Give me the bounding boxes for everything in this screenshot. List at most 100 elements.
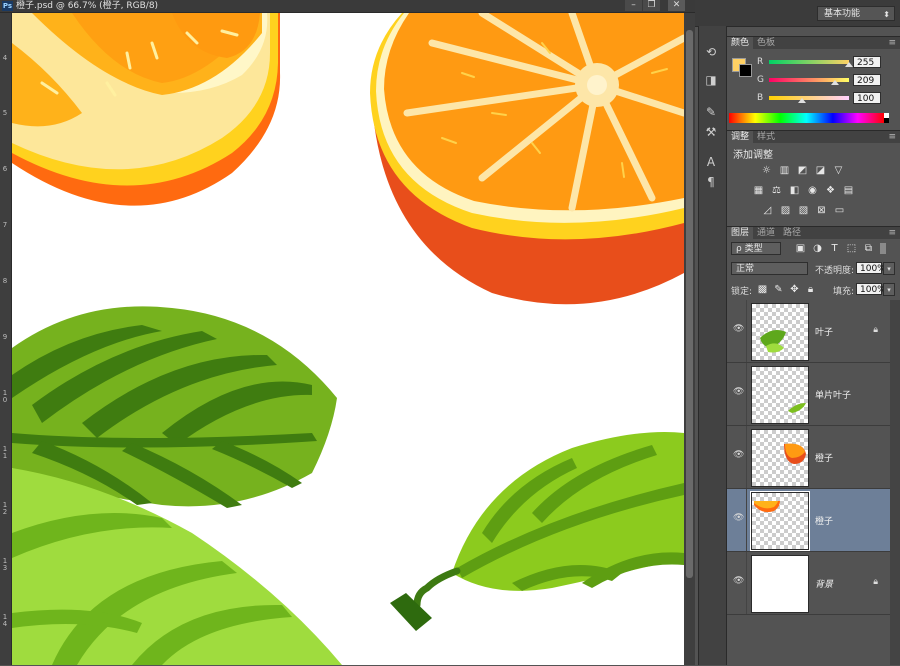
layer-row-selected[interactable]: 👁︎ 橙子: [727, 489, 890, 552]
tab-adjustments[interactable]: 调整: [727, 131, 754, 143]
posterize-icon[interactable]: ▨: [779, 205, 792, 216]
vertical-ruler[interactable]: 4 5 6 7 8 9 1 0 1 1 1 2 1 3 1 4: [0, 13, 12, 665]
black-white-icon[interactable]: ◧: [788, 185, 801, 196]
curves-icon[interactable]: ◩: [796, 165, 809, 176]
fill-input[interactable]: 100%: [856, 283, 886, 295]
layer-name[interactable]: 橙子: [815, 514, 833, 527]
r-value-input[interactable]: 255: [853, 56, 881, 68]
fill-dropdown-button[interactable]: ▾: [883, 283, 895, 296]
layer-row[interactable]: 👁︎ 单片叶子: [727, 363, 890, 426]
layer-row[interactable]: 👁︎ 背景 🔒︎: [727, 552, 890, 615]
r-slider[interactable]: [769, 60, 849, 64]
lock-all-icon[interactable]: 🔒︎: [804, 284, 817, 295]
channel-mixer-icon[interactable]: ❖: [824, 185, 837, 196]
orange-thumbnail: [784, 443, 806, 464]
b-value-input[interactable]: 100: [853, 92, 881, 104]
eye-icon[interactable]: 👁︎: [733, 513, 744, 523]
levels-icon[interactable]: ▥: [778, 165, 791, 176]
brush-icon[interactable]: ✎: [702, 104, 720, 120]
layer-name[interactable]: 叶子: [815, 325, 833, 338]
layer-row[interactable]: 👁︎ 橙子: [727, 426, 890, 489]
filter-type-icon[interactable]: T: [828, 243, 841, 254]
invert-icon[interactable]: ◿: [761, 205, 774, 216]
close-button[interactable]: ✕: [668, 0, 685, 11]
b-slider[interactable]: [769, 96, 849, 100]
tab-styles[interactable]: 样式: [753, 131, 779, 143]
blend-mode-dropdown[interactable]: 正常: [731, 262, 808, 275]
tab-paths[interactable]: 路径: [779, 227, 805, 239]
layer-filter-dropdown[interactable]: ρ 类型: [731, 242, 781, 255]
selective-color-icon[interactable]: ⊠: [815, 205, 828, 216]
r-slider-thumb[interactable]: [845, 62, 853, 67]
visibility-toggle[interactable]: 👁︎: [727, 489, 747, 551]
eye-icon[interactable]: 👁︎: [733, 576, 744, 586]
history-icon[interactable]: ⟲: [702, 44, 720, 60]
paragraph-icon[interactable]: ¶: [702, 174, 720, 190]
panel-menu-icon[interactable]: ≡: [888, 131, 896, 143]
ruler-label: 1 3: [2, 557, 8, 572]
color-balance-icon[interactable]: ⚖: [770, 185, 783, 196]
filter-shape-icon[interactable]: ⬚: [845, 243, 858, 254]
filter-toggle[interactable]: [880, 243, 886, 254]
workspace-label: 基本功能: [824, 9, 861, 19]
background-color-swatch[interactable]: [739, 64, 752, 77]
filter-pixel-icon[interactable]: ▣: [794, 243, 807, 254]
layer-name[interactable]: 背景: [815, 577, 833, 590]
lock-icon: 🔒︎: [873, 325, 878, 335]
exposure-icon[interactable]: ◪: [814, 165, 827, 176]
canvas[interactable]: [12, 13, 684, 665]
leaf-thumbnail: [760, 330, 786, 353]
black-white-swatch[interactable]: [884, 113, 889, 123]
panel-menu-icon[interactable]: ≡: [888, 227, 896, 239]
visibility-toggle[interactable]: 👁︎: [727, 363, 747, 425]
document-title[interactable]: 橙子.psd @ 66.7% (橙子, RGB/8): [16, 0, 158, 12]
color-lookup-icon[interactable]: ▤: [842, 185, 855, 196]
tool-presets-icon[interactable]: ⚒: [702, 124, 720, 140]
eye-icon[interactable]: 👁︎: [733, 387, 744, 397]
panel-menu-icon[interactable]: ≡: [888, 37, 896, 49]
filter-smart-object-icon[interactable]: ⧉: [862, 243, 875, 254]
tab-layers[interactable]: 图层: [727, 227, 754, 239]
visibility-toggle[interactable]: 👁︎: [727, 552, 747, 614]
ruler-label: 9: [2, 333, 8, 341]
opacity-label: 不透明度:: [815, 266, 855, 276]
ruler-label: 1 0: [2, 389, 8, 404]
hue-saturation-icon[interactable]: ▦: [752, 185, 765, 196]
g-slider-thumb[interactable]: [831, 80, 839, 85]
lock-position-icon[interactable]: ✥: [788, 284, 801, 295]
layers-scrollbar[interactable]: [890, 300, 900, 665]
layer-filter-label: ρ 类型: [736, 244, 763, 254]
visibility-toggle[interactable]: 👁︎: [727, 426, 747, 488]
opacity-input[interactable]: 100%: [856, 262, 886, 274]
g-value-input[interactable]: 209: [853, 74, 881, 86]
minimize-button[interactable]: –: [625, 0, 642, 11]
character-icon[interactable]: A: [702, 154, 720, 170]
lock-label: 锁定:: [731, 287, 753, 297]
color-spectrum-bar[interactable]: [729, 113, 884, 123]
properties-icon[interactable]: ◨: [702, 72, 720, 88]
scrollbar-thumb[interactable]: [686, 30, 693, 578]
threshold-icon[interactable]: ▧: [797, 205, 810, 216]
gradient-map-icon[interactable]: ▭: [833, 205, 846, 216]
orange-thumbnail: [754, 501, 780, 513]
eye-icon[interactable]: 👁︎: [733, 324, 744, 334]
b-slider-thumb[interactable]: [798, 98, 806, 103]
tab-color[interactable]: 颜色: [727, 37, 754, 49]
workspace-dropdown[interactable]: 基本功能 ⬍: [817, 6, 895, 21]
lock-transparent-icon[interactable]: ▩: [756, 284, 769, 295]
tab-swatches[interactable]: 色板: [753, 37, 779, 49]
maximize-button[interactable]: ❐: [643, 0, 660, 11]
eye-icon[interactable]: 👁︎: [733, 450, 744, 460]
photo-filter-icon[interactable]: ◉: [806, 185, 819, 196]
opacity-dropdown-button[interactable]: ▾: [883, 262, 895, 275]
visibility-toggle[interactable]: 👁︎: [727, 300, 747, 362]
layer-name[interactable]: 单片叶子: [815, 388, 851, 401]
vibrance-icon[interactable]: ▽: [832, 165, 845, 176]
tab-channels[interactable]: 通道: [753, 227, 779, 239]
layer-name[interactable]: 橙子: [815, 451, 833, 464]
filter-adjustment-icon[interactable]: ◑: [811, 243, 824, 254]
brightness-contrast-icon[interactable]: ☼: [760, 165, 773, 176]
adjustments-panel-tabs: 调整 样式 ≡: [727, 131, 900, 143]
lock-pixels-icon[interactable]: ✎: [772, 284, 785, 295]
layer-row[interactable]: 👁︎ 叶子 🔒︎: [727, 300, 890, 363]
